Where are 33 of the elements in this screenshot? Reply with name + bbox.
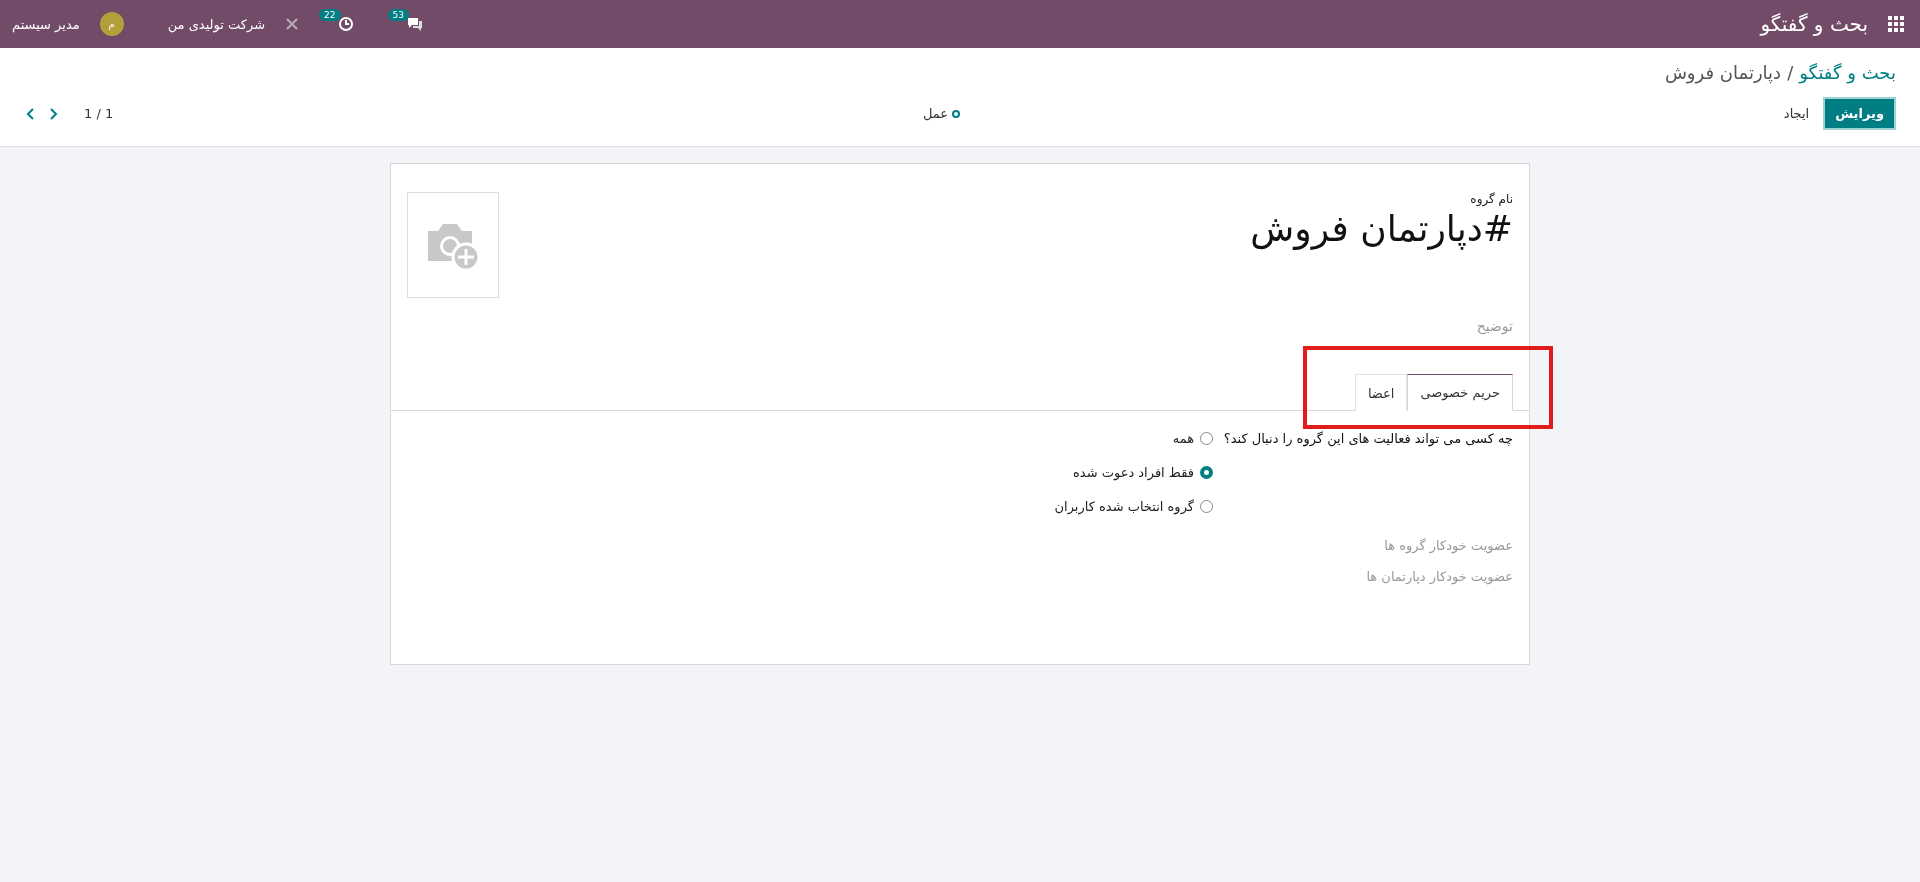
primary-button[interactable]: ویرایش <box>1823 97 1896 130</box>
chevron-right-icon <box>48 106 58 121</box>
messages-button[interactable]: 53 <box>387 9 424 39</box>
app-grid-icon[interactable] <box>1888 16 1904 32</box>
chevron-left-icon <box>26 106 36 121</box>
option-label: همه <box>1172 431 1194 446</box>
radio-option[interactable]: همه <box>1054 431 1213 446</box>
option-label: فقط افراد دعوت شده <box>1073 465 1194 480</box>
app-title: بحث و گفتگو <box>1760 12 1868 36</box>
radio-option[interactable]: فقط افراد دعوت شده <box>1054 465 1213 480</box>
field-label: عضویت خودکار گروه ها <box>1383 538 1513 553</box>
radio-button[interactable] <box>1200 432 1213 445</box>
chat-icon <box>406 16 424 32</box>
activity-button[interactable]: 22 <box>319 9 354 39</box>
pager-value[interactable]: 1 / 1 <box>84 106 114 121</box>
activity-count-badge: 22 <box>319 9 341 21</box>
company-switcher[interactable]: شرکت تولیدی من <box>167 9 266 39</box>
breadcrumb-text: / <box>1787 62 1794 83</box>
form-tab[interactable]: حریم خصوصی <box>1407 374 1513 411</box>
field-label: عضویت خودکار دپارتمان ها <box>1365 569 1513 584</box>
radio-button[interactable] <box>1200 500 1213 513</box>
breadcrumb-text: دپارتمان فروش <box>1664 62 1782 83</box>
user-name[interactable]: مدیر سیستم <box>12 16 80 32</box>
field-label: نام گروه <box>1469 192 1513 206</box>
breadcrumb-link[interactable]: بحث و گفتگو <box>1799 62 1896 83</box>
form-tab[interactable]: اعضا <box>1354 374 1408 411</box>
secondary-button[interactable]: ایجاد <box>1773 99 1820 128</box>
message-count-badge: 53 <box>387 9 409 21</box>
field-label: چه کسی می تواند فعالیت های این گروه را دنبال کند؟ <box>1223 431 1513 449</box>
group-name: #دپارتمان فروش <box>1250 208 1513 249</box>
action-menu-button[interactable]: عمل <box>916 105 967 122</box>
radio-button[interactable] <box>1200 466 1213 479</box>
clock-icon <box>337 16 354 32</box>
